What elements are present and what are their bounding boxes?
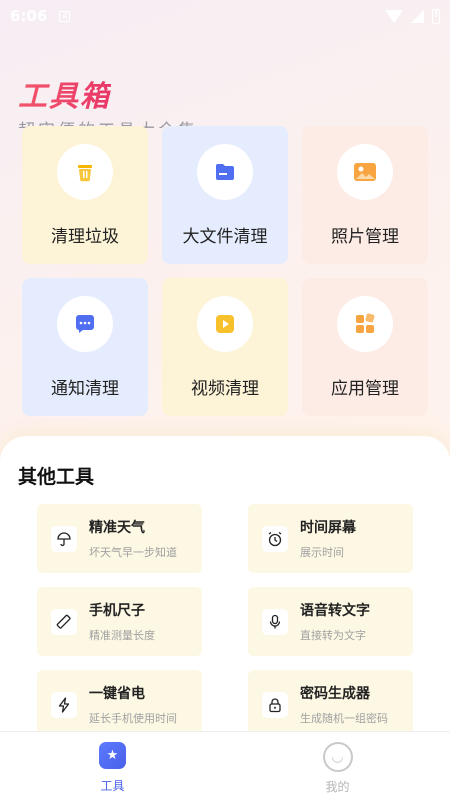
nav-item-mine[interactable]: ◡ 我的 <box>225 732 450 801</box>
tool-item-time-screen[interactable]: 时间屏幕 展示时间 <box>248 504 413 573</box>
tool-item-desc: 坏天气早一步知道 <box>89 546 177 559</box>
lock-icon <box>262 691 288 718</box>
nav-label: 我的 <box>325 780 350 794</box>
tool-item-ruler[interactable]: 手机尺子 精准测量长度 <box>37 587 202 656</box>
wifi-icon <box>385 9 403 23</box>
apps-grid-icon <box>337 296 393 352</box>
tool-card-label: 应用管理 <box>331 379 399 399</box>
umbrella-icon <box>51 525 77 552</box>
other-tools-list: 精准天气 坏天气早一步知道 时间屏幕 展示时间 手机尺子 精准测量长度 语音转文… <box>37 504 413 739</box>
chat-bubble-icon <box>57 296 113 352</box>
tool-card-label: 清理垃圾 <box>51 227 119 247</box>
status-time: 6:06 <box>10 7 48 25</box>
toolbox-star-icon: ★ <box>99 742 126 769</box>
tool-card-photo-manage[interactable]: 照片管理 <box>302 126 428 264</box>
tool-item-desc: 展示时间 <box>300 546 344 559</box>
microphone-icon <box>262 608 288 635</box>
page-title: 工具箱 <box>18 73 111 115</box>
tool-card-label: 大文件清理 <box>182 227 268 247</box>
tool-item-speech-to-text[interactable]: 语音转文字 直接转为文字 <box>248 587 413 656</box>
tool-item-name: 时间屏幕 <box>300 520 356 536</box>
tool-item-desc: 生成随机一组密码 <box>300 712 388 725</box>
main-tools-grid: 清理垃圾 大文件清理 照片管理 通知清理 视频清理 应用管理 <box>22 126 428 416</box>
smiley-face-icon: ◡ <box>322 742 353 772</box>
alarm-clock-icon <box>262 525 288 552</box>
tool-item-desc: 直接转为文字 <box>300 629 366 642</box>
tool-item-desc: 延长手机使用时间 <box>89 712 177 725</box>
nav-item-tools[interactable]: ★ 工具 <box>0 732 225 801</box>
folder-icon <box>197 144 253 200</box>
tool-item-name: 手机尺子 <box>89 603 145 619</box>
nav-label: 工具 <box>100 779 125 793</box>
tool-card-label: 视频清理 <box>191 379 259 399</box>
trash-icon <box>57 144 113 200</box>
notification-icon: A <box>59 10 71 22</box>
status-indicators <box>385 8 440 24</box>
tool-item-name: 精准天气 <box>89 520 145 536</box>
tool-item-desc: 精准测量长度 <box>89 629 155 642</box>
tool-item-weather[interactable]: 精准天气 坏天气早一步知道 <box>37 504 202 573</box>
section-title-other-tools: 其他工具 <box>18 466 95 488</box>
tool-item-password-generator[interactable]: 密码生成器 生成随机一组密码 <box>248 670 413 739</box>
tool-item-name: 一键省电 <box>89 686 145 702</box>
ruler-icon <box>51 608 77 635</box>
lightning-icon <box>51 691 77 718</box>
play-icon <box>197 296 253 352</box>
tool-card-video-clean[interactable]: 视频清理 <box>162 278 288 416</box>
tool-item-name: 语音转文字 <box>300 603 370 619</box>
bottom-nav: ★ 工具 ◡ 我的 <box>0 731 450 801</box>
tool-card-label: 通知清理 <box>51 379 119 399</box>
tool-card-large-file-clean[interactable]: 大文件清理 <box>162 126 288 264</box>
signal-icon <box>411 9 424 23</box>
tool-card-label: 照片管理 <box>331 227 399 247</box>
tool-card-clean-junk[interactable]: 清理垃圾 <box>22 126 148 264</box>
image-icon <box>337 144 393 200</box>
status-bar: 6:06 A <box>0 0 450 32</box>
tool-item-power-save[interactable]: 一键省电 延长手机使用时间 <box>37 670 202 739</box>
tool-card-notification-clean[interactable]: 通知清理 <box>22 278 148 416</box>
tool-item-name: 密码生成器 <box>300 686 370 702</box>
tool-card-app-manage[interactable]: 应用管理 <box>302 278 428 416</box>
battery-icon <box>432 8 440 24</box>
